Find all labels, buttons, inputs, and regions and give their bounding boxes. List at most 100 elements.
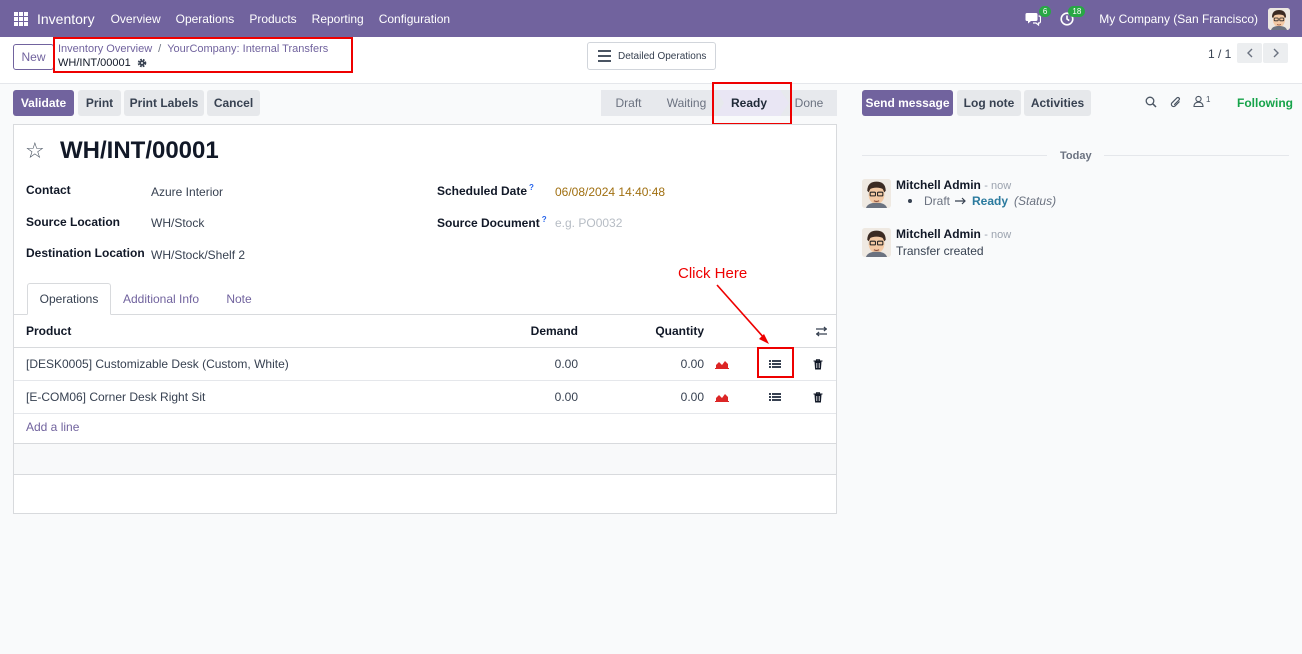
activities-count-badge: 18 <box>1068 5 1086 17</box>
source-document-input[interactable]: e.g. PO0032 <box>555 216 622 230</box>
main-menu: Overview Operations Products Reporting C… <box>111 12 466 26</box>
destination-location-value[interactable]: WH/Stock/Shelf 2 <box>151 248 245 262</box>
row-quantity[interactable]: 0.00 <box>614 381 704 413</box>
pager-previous-button[interactable] <box>1237 43 1262 63</box>
divider <box>862 155 1047 156</box>
breadcrumb-internal-transfers[interactable]: YourCompany: Internal Transfers <box>167 43 328 55</box>
divider <box>1104 155 1289 156</box>
star-icon[interactable]: ☆ <box>25 138 45 164</box>
followers-count: 1 <box>1206 95 1211 104</box>
breadcrumb: Inventory Overview / YourCompany: Intern… <box>58 43 328 55</box>
scheduled-date-label-text: Scheduled Date <box>437 184 528 198</box>
message-body: Transfer created <box>896 244 984 258</box>
trash-icon[interactable] <box>813 348 823 380</box>
forecast-chart-icon[interactable] <box>715 381 729 413</box>
messages-button[interactable]: 6 <box>1023 5 1052 29</box>
trash-icon[interactable] <box>813 381 823 413</box>
detailed-operations-label: Detailed Operations <box>618 50 707 62</box>
list-button-highlight-box <box>757 347 794 378</box>
message-author: Mitchell Admin - now <box>896 227 1011 241</box>
navbar-systray: 6 18 My Company (San Francisco) <box>1023 0 1302 37</box>
record-name: WH/INT/00001 <box>58 57 147 69</box>
log-note-button[interactable]: Log note <box>957 90 1021 116</box>
app-name[interactable]: Inventory <box>37 11 95 27</box>
top-navbar: Inventory Overview Operations Products R… <box>0 0 1302 37</box>
search-icon[interactable] <box>1145 96 1157 111</box>
annotation-arrow-icon <box>716 284 769 344</box>
source-document-label-text: Source Document <box>437 216 540 230</box>
row-demand[interactable]: 0.00 <box>494 348 578 380</box>
menu-products[interactable]: Products <box>249 12 296 26</box>
menu-reporting[interactable]: Reporting <box>312 12 364 26</box>
contact-value[interactable]: Azure Interior <box>151 185 223 199</box>
optional-columns-toggle[interactable] <box>815 315 828 347</box>
chevron-left-icon <box>1246 48 1252 58</box>
pager-value: 1 / 1 <box>1208 47 1232 61</box>
forecast-chart-icon[interactable] <box>715 348 729 380</box>
cancel-button[interactable]: Cancel <box>207 90 260 116</box>
arrow-right-icon <box>955 197 966 205</box>
user-avatar-icon <box>862 228 891 257</box>
message-author-name[interactable]: Mitchell Admin <box>896 178 981 192</box>
menu-configuration[interactable]: Configuration <box>379 12 450 26</box>
list-icon <box>598 50 611 62</box>
send-message-button[interactable]: Send message <box>862 90 953 116</box>
tab-note[interactable]: Note <box>219 283 259 315</box>
tab-additional-info[interactable]: Additional Info <box>115 283 207 315</box>
breadcrumb-separator: / <box>158 43 162 55</box>
record-name-text: WH/INT/00001 <box>58 57 131 69</box>
header-demand[interactable]: Demand <box>494 315 578 347</box>
print-labels-button[interactable]: Print Labels <box>124 90 204 116</box>
pager-next-button[interactable] <box>1263 43 1288 63</box>
row-product[interactable]: [E-COM06] Corner Desk Right Sit <box>26 381 205 413</box>
detailed-operations-button[interactable]: Detailed Operations <box>587 42 716 70</box>
user-icon <box>1193 95 1204 107</box>
message-author-name[interactable]: Mitchell Admin <box>896 227 981 241</box>
add-line-row <box>14 413 836 444</box>
menu-operations[interactable]: Operations <box>176 12 235 26</box>
followers-button[interactable]: 1 <box>1193 95 1210 107</box>
row-quantity[interactable]: 0.00 <box>614 348 704 380</box>
status-draft[interactable]: Draft <box>601 90 656 116</box>
chevron-right-icon <box>1273 48 1279 58</box>
today-separator: Today <box>1060 150 1092 162</box>
detailed-operations-list-icon[interactable] <box>769 381 781 413</box>
tab-operations[interactable]: Operations <box>27 283 111 315</box>
user-avatar[interactable] <box>1268 7 1290 30</box>
table-row[interactable]: [DESK0005] Customizable Desk (Custom, Wh… <box>14 348 836 381</box>
contact-label: Contact <box>26 183 71 197</box>
apps-grid-icon[interactable] <box>14 11 28 26</box>
header-product[interactable]: Product <box>26 315 71 347</box>
gear-icon[interactable] <box>137 58 147 68</box>
message-time: - now <box>984 229 1012 241</box>
sliders-icon <box>816 326 827 336</box>
table-row[interactable]: [E-COM06] Corner Desk Right Sit 0.00 0.0… <box>14 381 836 414</box>
author-avatar[interactable] <box>862 179 891 208</box>
row-demand[interactable]: 0.00 <box>494 381 578 413</box>
status-waiting[interactable]: Waiting <box>656 90 717 116</box>
print-button[interactable]: Print <box>78 90 121 116</box>
source-location-value[interactable]: WH/Stock <box>151 216 204 230</box>
user-avatar-icon <box>862 179 891 208</box>
tracking-old-value: Draft <box>924 194 951 208</box>
message-author: Mitchell Admin - now <box>896 178 1011 192</box>
transfer-title: WH/INT/00001 <box>60 137 219 164</box>
company-switcher[interactable]: My Company (San Francisco) <box>1099 12 1258 26</box>
activities-button[interactable]: 18 <box>1057 5 1086 29</box>
messages-count-badge: 6 <box>1038 5 1052 17</box>
header-quantity[interactable]: Quantity <box>614 315 704 347</box>
menu-overview[interactable]: Overview <box>111 12 161 26</box>
following-button[interactable]: Following <box>1237 96 1293 110</box>
user-avatar-icon <box>1268 7 1290 30</box>
new-button[interactable]: New <box>13 44 54 70</box>
activities-button[interactable]: Activities <box>1024 90 1091 116</box>
breadcrumb-inventory-overview[interactable]: Inventory Overview <box>58 43 152 55</box>
validate-button[interactable]: Validate <box>13 90 74 116</box>
row-product[interactable]: [DESK0005] Customizable Desk (Custom, Wh… <box>26 348 289 380</box>
help-tooltip-icon[interactable]: ? <box>529 183 534 192</box>
scheduled-date-value[interactable]: 06/08/2024 14:40:48 <box>555 185 665 199</box>
scheduled-date-label: Scheduled Date? <box>437 183 534 198</box>
author-avatar[interactable] <box>862 228 891 257</box>
help-tooltip-icon[interactable]: ? <box>542 215 547 224</box>
paperclip-icon[interactable] <box>1170 96 1182 112</box>
